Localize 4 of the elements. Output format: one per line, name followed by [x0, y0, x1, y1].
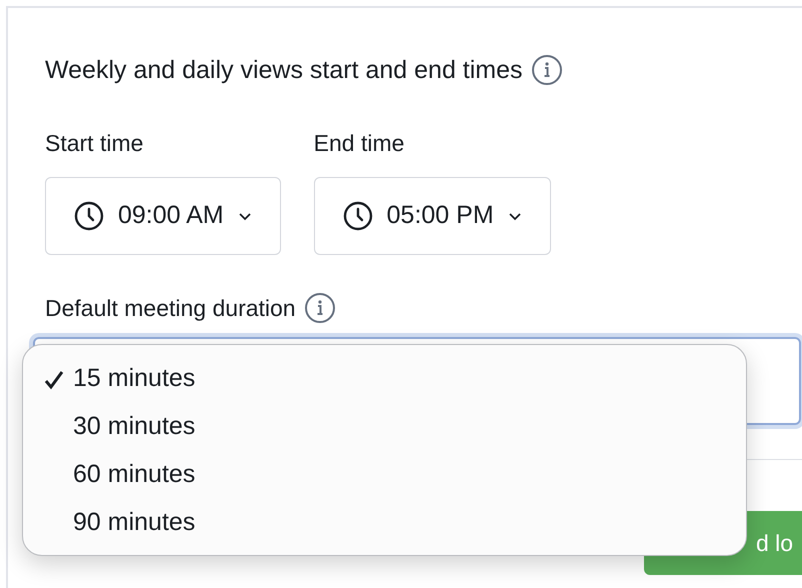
field-label: End time: [314, 129, 406, 158]
section-title: Weekly and daily views start and end times: [45, 55, 523, 85]
field-label: Default meeting duration: [45, 294, 296, 323]
field-label: Start time: [45, 129, 144, 158]
